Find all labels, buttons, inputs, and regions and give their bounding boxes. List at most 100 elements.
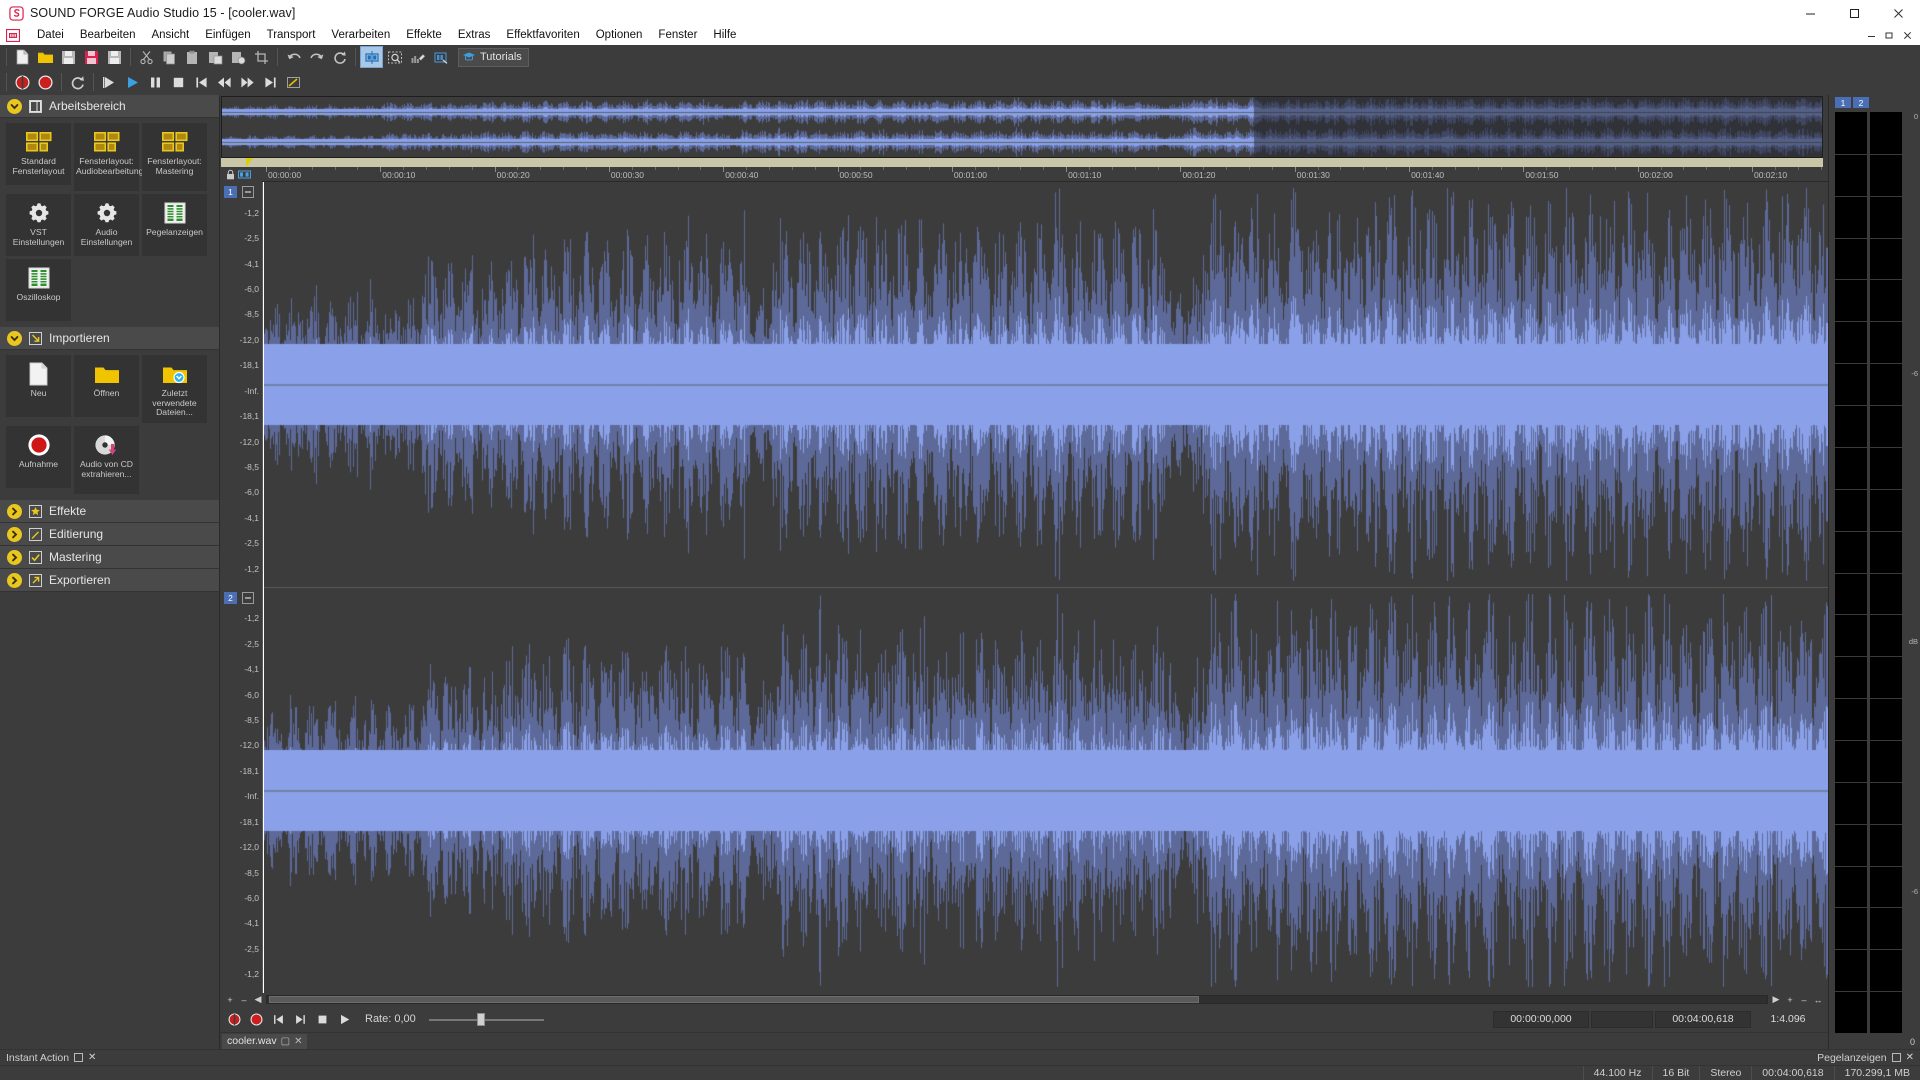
record-arm-button[interactable]	[11, 71, 34, 93]
overview-position-bar[interactable]	[221, 158, 1823, 167]
close-button[interactable]	[1876, 0, 1920, 26]
instant-action-close-icon[interactable]: ✕	[88, 1052, 96, 1063]
tile-audio-einstellungen[interactable]: Audio Einstellungen	[74, 194, 139, 256]
sidebar-section-effekte[interactable]: Effekte	[0, 500, 219, 523]
tile-aufnahme[interactable]: Aufnahme	[6, 426, 71, 488]
magnify-tool-button[interactable]	[429, 46, 452, 68]
sidebar-section-arbeitsbereich[interactable]: Arbeitsbereich	[0, 95, 219, 118]
transport-go-to-start-button[interactable]	[269, 1010, 288, 1029]
zoom-in-amplitude-button[interactable]: +	[1784, 994, 1796, 1005]
zoom-in-time-button[interactable]: +	[224, 994, 236, 1005]
instant-action-restore-icon[interactable]	[74, 1053, 84, 1062]
tile-zuletzt-verwendete-dateien[interactable]: Zuletzt verwendete Dateien...	[142, 355, 207, 423]
time-end-display[interactable]: 00:04:00,618	[1655, 1010, 1751, 1028]
transport-stop-button[interactable]	[313, 1010, 332, 1029]
open-folder-button[interactable]	[34, 46, 57, 68]
minimize-button[interactable]	[1788, 0, 1832, 26]
tile-pegelanzeigen[interactable]: Pegelanzeigen	[142, 194, 207, 256]
instant-action-panel-header[interactable]: Instant Action ✕	[0, 1050, 220, 1065]
new-file-button[interactable]	[11, 46, 34, 68]
redo-button[interactable]	[305, 46, 328, 68]
paste-special-button[interactable]	[204, 46, 227, 68]
save-as-template-button[interactable]	[80, 46, 103, 68]
lock-icon[interactable]	[226, 169, 235, 180]
tab-close-icon[interactable]: ✕	[294, 1036, 302, 1047]
fast-forward-button[interactable]	[236, 71, 259, 93]
mix-paste-button[interactable]	[227, 46, 250, 68]
chevron-right-icon[interactable]	[7, 526, 22, 542]
crop-button[interactable]	[250, 46, 273, 68]
transport-play-button[interactable]	[335, 1010, 354, 1029]
channel-1-mute-icon[interactable]	[242, 186, 254, 198]
timeline-ruler[interactable]: 00:00:00 00:00:10 00:00:20 00:00:30 00:00:40…	[262, 167, 1828, 182]
menu-item-datei[interactable]: Datei	[29, 26, 72, 45]
rate-slider-thumb[interactable]	[476, 1012, 485, 1026]
meter-channel-1-label[interactable]: 1	[1835, 97, 1851, 108]
save-all-button[interactable]	[103, 46, 126, 68]
tab-restore-icon[interactable]: ▢	[281, 1036, 290, 1047]
menu-item-optionen[interactable]: Optionen	[588, 26, 651, 45]
tile-neu[interactable]: Neu	[6, 355, 71, 417]
channel-1-waveform[interactable]	[263, 182, 1828, 587]
menu-item-verarbeiten[interactable]: Verarbeiten	[323, 26, 398, 45]
chevron-right-icon[interactable]	[7, 549, 22, 565]
menu-item-transport[interactable]: Transport	[259, 26, 324, 45]
tile-vst-einstellungen[interactable]: VST Einstellungen	[6, 194, 71, 256]
hscroll-thumb[interactable]	[269, 996, 1199, 1003]
tile-öffnen[interactable]: Öffnen	[74, 355, 139, 417]
menu-item-hilfe[interactable]: Hilfe	[705, 26, 744, 45]
go-to-end-button[interactable]	[259, 71, 282, 93]
time-start-display[interactable]: 00:00:00,000	[1493, 1010, 1589, 1028]
mdi-restore-button[interactable]	[1880, 27, 1898, 44]
scroll-right-button[interactable]: ▶	[1770, 994, 1782, 1005]
transport-record-arm-button[interactable]	[225, 1010, 244, 1029]
chevron-right-icon[interactable]	[7, 503, 22, 519]
menu-item-extras[interactable]: Extras	[450, 26, 499, 45]
zoom-fit-button[interactable]: ↔	[1812, 994, 1824, 1005]
chevron-down-icon[interactable]	[7, 98, 22, 114]
tile-audio-von-cd-extrahieren[interactable]: Audio von CD extrahieren...	[74, 426, 139, 494]
transport-go-to-end-button[interactable]	[291, 1010, 310, 1029]
selection-marker-button[interactable]	[282, 71, 305, 93]
repeat-button[interactable]	[328, 46, 351, 68]
record-button[interactable]	[34, 71, 57, 93]
cut-button[interactable]	[135, 46, 158, 68]
copy-button[interactable]	[158, 46, 181, 68]
mdi-close-button[interactable]	[1898, 27, 1916, 44]
chevron-down-icon[interactable]	[7, 330, 22, 346]
hscroll-track[interactable]	[266, 995, 1768, 1004]
marker-tool-icon[interactable]	[238, 169, 251, 180]
sidebar-section-mastering[interactable]: Mastering	[0, 546, 219, 569]
rate-slider[interactable]	[428, 1012, 544, 1026]
save-button[interactable]	[57, 46, 80, 68]
chevron-right-icon[interactable]	[7, 572, 22, 588]
loop-button[interactable]	[66, 71, 89, 93]
undo-button[interactable]	[282, 46, 305, 68]
tile-fensterlayout-audiobearbeitung[interactable]: Fensterlayout: Audiobearbeitung	[74, 123, 143, 191]
zoom-out-time-button[interactable]: –	[238, 994, 250, 1005]
meters-close-icon[interactable]: ✕	[1906, 1052, 1914, 1063]
zoom-select-tool-button[interactable]	[383, 46, 406, 68]
sidebar-section-importieren[interactable]: Importieren	[0, 327, 219, 350]
edit-tool-button[interactable]	[360, 46, 383, 68]
meter-bars[interactable]: 0 -6 dB -6	[1829, 110, 1920, 1035]
tile-oszilloskop[interactable]: Oszilloskop	[6, 259, 71, 321]
menu-item-effekte[interactable]: Effekte	[398, 26, 450, 45]
channel-2-mute-icon[interactable]	[242, 591, 254, 604]
menu-item-ansicht[interactable]: Ansicht	[143, 26, 197, 45]
tile-fensterlayout-mastering[interactable]: Fensterlayout: Mastering	[142, 123, 207, 191]
paste-button[interactable]	[181, 46, 204, 68]
channel-2-waveform[interactable]	[263, 588, 1828, 993]
meters-restore-icon[interactable]	[1891, 1053, 1901, 1062]
tutorials-button[interactable]: Tutorials	[458, 47, 529, 67]
sidebar-section-exportieren[interactable]: Exportieren	[0, 569, 219, 592]
tab-cooler-wav[interactable]: cooler.wav ▢ ✕	[222, 1033, 308, 1049]
channel-2-number[interactable]: 2	[224, 591, 237, 604]
transport-record-button[interactable]	[247, 1010, 266, 1029]
scroll-left-button[interactable]: ◀	[252, 994, 264, 1005]
go-to-start-button[interactable]	[190, 71, 213, 93]
meters-panel-header[interactable]: Pegelanzeigen ✕	[1817, 1050, 1920, 1065]
menu-item-effektfavoriten[interactable]: Effektfavoriten	[498, 26, 587, 45]
menu-item-einfügen[interactable]: Einfügen	[197, 26, 258, 45]
channel-1-number[interactable]: 1	[224, 186, 237, 198]
